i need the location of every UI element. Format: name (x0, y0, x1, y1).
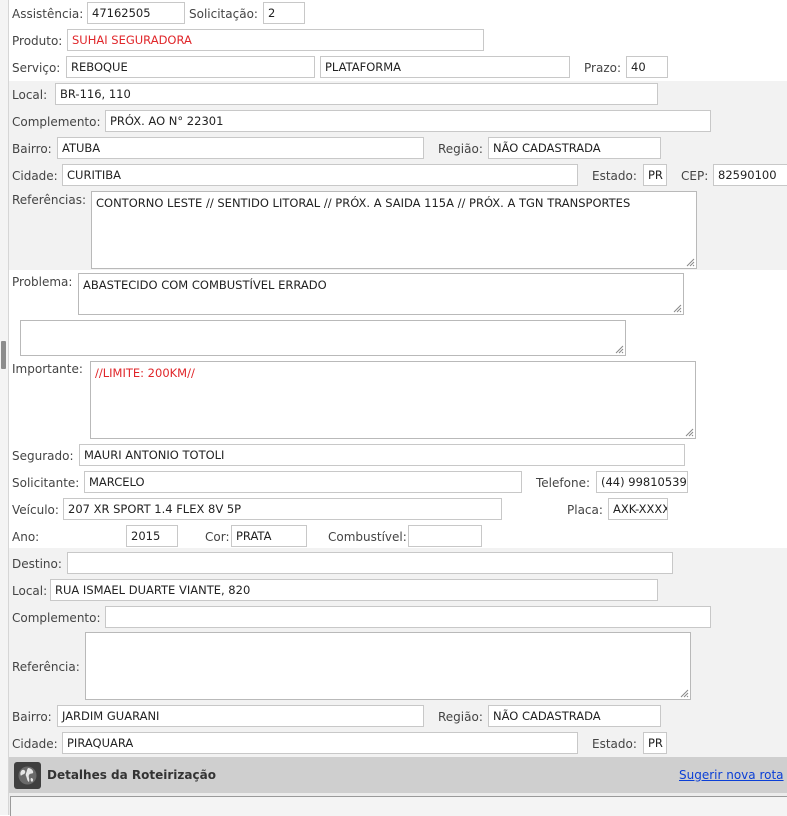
destino-field[interactable] (67, 552, 673, 574)
destino-referencia-label: Referência: (12, 660, 80, 674)
destino-bairro-label: Bairro: (12, 710, 52, 724)
destino-regiao-label: Região: (438, 710, 483, 724)
destino-regiao-field[interactable]: NÃO CADASTRADA (488, 705, 661, 727)
destino-bairro-field[interactable]: JARDIM GUARANI (57, 705, 424, 727)
left-scroll-handle[interactable] (1, 341, 6, 369)
segurado-field[interactable]: MAURI ANTONIO TOTOLI (79, 444, 685, 466)
estado-field[interactable]: PR (643, 164, 667, 186)
resize-grip-icon[interactable] (615, 345, 624, 354)
placa-field[interactable]: AXK-XXXX (608, 498, 668, 520)
ano-label: Ano: (12, 530, 40, 544)
servico-field-2[interactable]: PLATAFORMA (320, 56, 570, 78)
solicitante-label: Solicitante: (12, 476, 80, 490)
produto-field[interactable]: SUHAI SEGURADORA (67, 29, 484, 51)
roteirizacao-content-panel (9, 793, 787, 816)
roteirizacao-inner-box (10, 796, 787, 816)
solicitacao-label: Solicitação: (189, 7, 258, 21)
destino-complemento-label: Complemento: (12, 611, 101, 625)
sugerir-nova-rota-link[interactable]: Sugerir nova rota (679, 768, 784, 782)
destino-cidade-label: Cidade: (12, 737, 58, 751)
complemento-label: Complemento: (12, 115, 101, 129)
estado-label: Estado: (592, 169, 637, 183)
bairro-field[interactable]: ATUBA (57, 137, 424, 159)
destino-estado-field[interactable]: PR (643, 732, 667, 754)
resize-grip-icon[interactable] (685, 428, 694, 437)
problema-label: Problema: (12, 275, 73, 289)
veiculo-label: Veículo: (12, 503, 59, 517)
cidade-label: Cidade: (12, 169, 58, 183)
ano-field[interactable]: 2015 (126, 525, 178, 547)
segurado-label: Segurado: (12, 449, 74, 463)
assistencia-label: Assistência: (12, 7, 84, 21)
roteirizacao-title: Detalhes da Roteirização (47, 768, 216, 782)
combustivel-field[interactable] (408, 525, 482, 547)
prazo-field[interactable]: 40 (626, 56, 668, 78)
importante-textarea[interactable]: //LIMITE: 200KM// (90, 361, 696, 439)
prazo-label: Prazo: (584, 61, 621, 75)
combustivel-label: Combustível: (328, 530, 407, 544)
globe-icon (14, 762, 41, 789)
cidade-field[interactable]: CURITIBA (62, 164, 578, 186)
destino-local-label: Local: (12, 584, 48, 598)
resize-grip-icon[interactable] (680, 689, 689, 698)
importante-label: Importante: (12, 362, 83, 376)
local-label: Local: (12, 88, 48, 102)
assistencia-field[interactable]: 47162505 (87, 2, 185, 24)
destino-label: Destino: (12, 557, 62, 571)
problema-textarea[interactable]: ABASTECIDO COM COMBUSTÍVEL ERRADO (78, 273, 684, 315)
destino-estado-label: Estado: (592, 737, 637, 751)
regiao-field[interactable]: NÃO CADASTRADA (488, 137, 661, 159)
solicitacao-field[interactable]: 2 (263, 2, 305, 24)
destino-referencia-textarea[interactable] (85, 632, 691, 700)
referencias-textarea[interactable]: CONTORNO LESTE // SENTIDO LITORAL // PRÓ… (91, 191, 697, 269)
veiculo-field[interactable]: 207 XR SPORT 1.4 FLEX 8V 5P (63, 498, 502, 520)
problema-extra-textarea[interactable] (20, 320, 626, 356)
roteirizacao-header: Detalhes da Roteirização Sugerir nova ro… (9, 757, 787, 793)
solicitante-field[interactable]: MARCELO (84, 471, 522, 493)
complemento-field[interactable]: PRÓX. AO N° 22301 (105, 110, 711, 132)
bairro-label: Bairro: (12, 142, 52, 156)
resize-grip-icon[interactable] (686, 258, 695, 267)
resize-grip-icon[interactable] (673, 304, 682, 313)
cep-label: CEP: (681, 169, 709, 183)
importante-text: //LIMITE: 200KM// (95, 366, 195, 380)
referencias-text: CONTORNO LESTE // SENTIDO LITORAL // PRÓ… (96, 196, 631, 210)
placa-label: Placa: (567, 503, 603, 517)
telefone-field[interactable]: (44) 99810539( (596, 471, 688, 493)
cor-field[interactable]: PRATA (231, 525, 307, 547)
problema-text: ABASTECIDO COM COMBUSTÍVEL ERRADO (83, 278, 327, 292)
left-edge-strip (0, 0, 9, 815)
destino-complemento-field[interactable] (105, 606, 711, 628)
produto-label: Produto: (12, 34, 63, 48)
referencias-label: Referências: (12, 193, 87, 207)
cor-label: Cor: (205, 530, 230, 544)
servico-field-1[interactable]: REBOQUE (66, 56, 315, 78)
destino-cidade-field[interactable]: PIRAQUARA (62, 732, 578, 754)
servico-label: Serviço: (12, 61, 61, 75)
regiao-label: Região: (438, 142, 483, 156)
telefone-label: Telefone: (536, 476, 590, 490)
cep-field[interactable]: 82590100 (713, 164, 787, 186)
destino-local-field[interactable]: RUA ISMAEL DUARTE VIANTE, 820 (50, 579, 658, 601)
local-field[interactable]: BR-116, 110 (55, 83, 658, 105)
